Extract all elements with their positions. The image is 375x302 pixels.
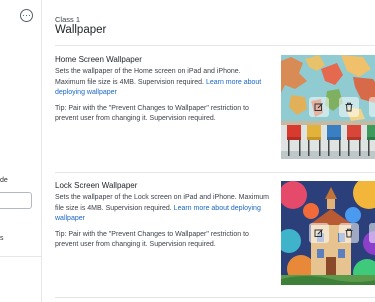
section-description: Sets the wallpaper of the Home screen on…: [55, 67, 271, 99]
extra-action-icon[interactable]: [369, 223, 375, 243]
class-label: Class 1: [55, 15, 81, 24]
sidebar-item-label: s: [0, 235, 4, 242]
sidebar-field-label: de: [0, 177, 8, 184]
extra-action-icon[interactable]: [369, 97, 375, 117]
section-description: Sets the wallpaper of the Lock screen on…: [55, 193, 271, 225]
more-horizontal-icon[interactable]: [20, 9, 33, 22]
sidebar-input[interactable]: [0, 192, 32, 209]
section-tip: Tip: Pair with the "Prevent Changes to W…: [55, 104, 249, 123]
sidebar: de s: [0, 0, 42, 302]
trash-icon[interactable]: [339, 97, 359, 117]
title-divider: [55, 45, 375, 46]
main-content: Class 1 Wallpaper Home Screen Wallpaper …: [42, 0, 375, 302]
section-divider: [55, 172, 375, 173]
edit-icon[interactable]: [309, 97, 329, 117]
trash-icon[interactable]: [339, 223, 359, 243]
home-wallpaper-thumbnail[interactable]: [281, 55, 375, 159]
lock-wallpaper-thumbnail[interactable]: [281, 181, 375, 285]
sidebar-divider: [0, 256, 42, 257]
section-tip: Tip: Pair with the "Prevent Changes to W…: [55, 230, 249, 249]
section-divider: [55, 297, 375, 298]
edit-icon[interactable]: [309, 223, 329, 243]
page-title: Wallpaper: [55, 24, 107, 36]
